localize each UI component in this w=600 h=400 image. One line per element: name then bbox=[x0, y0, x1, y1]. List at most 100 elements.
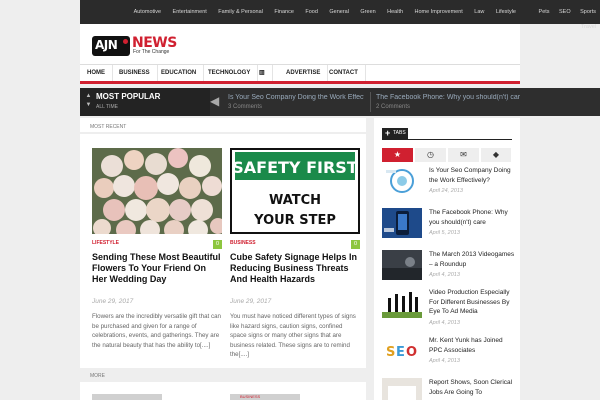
top-cat-home-improvement[interactable]: Home Improvement bbox=[415, 7, 463, 18]
tab-tags[interactable]: ◆ bbox=[481, 148, 512, 162]
ticker-divider bbox=[370, 92, 371, 112]
sidebar-post-title[interactable]: Video Production Especially For Differen… bbox=[429, 288, 515, 317]
sidebar-post-title[interactable]: The Facebook Phone: Why you should(n't) … bbox=[429, 208, 515, 227]
top-cat-food[interactable]: Food bbox=[305, 7, 318, 18]
article-category[interactable]: LIFESTYLE bbox=[92, 240, 119, 246]
top-cat-family[interactable]: Family & Personal bbox=[218, 7, 263, 18]
page: Automotive Entertainment Family & Person… bbox=[0, 0, 600, 400]
sidebar-post-thumb[interactable]: SEO bbox=[382, 336, 422, 366]
top-cat-automotive[interactable]: Automotive bbox=[134, 7, 162, 18]
star-icon: ★ bbox=[393, 150, 402, 159]
nav-contact[interactable]: CONTACT bbox=[322, 65, 366, 81]
comment-count-badge[interactable]: 0 bbox=[351, 240, 360, 249]
sidebar-post-title[interactable]: Mr. Kent Yunk has Joined PPC Associates bbox=[429, 336, 515, 355]
top-cat-travel[interactable]: Travel bbox=[581, 22, 596, 33]
most-popular-subtitle[interactable]: ALL TIME bbox=[96, 104, 118, 110]
sidebar: + TABS ★ ◷ ✉ ◆ Is Your Seo Company Doing… bbox=[374, 118, 520, 400]
nav-advertise[interactable]: ADVERTISE bbox=[279, 65, 329, 81]
top-cat-health[interactable]: Health bbox=[387, 7, 403, 18]
top-category-bar: Automotive Entertainment Family & Person… bbox=[80, 0, 520, 24]
article-category[interactable]: BUSINESS bbox=[230, 240, 256, 246]
top-category-bar-right: Pets SEO Sports Travel bbox=[520, 0, 600, 30]
sidebar-post-thumb[interactable] bbox=[382, 166, 422, 196]
article-meta: LIFESTYLE 0 bbox=[92, 240, 222, 250]
logo-badge: AJN bbox=[92, 36, 130, 56]
more-thumbnail[interactable]: BUSINESS bbox=[230, 394, 300, 400]
nav-education[interactable]: EDUCATION bbox=[154, 65, 205, 81]
sidebar-post-title[interactable]: Is Your Seo Company Doing the Work Effec… bbox=[429, 166, 515, 185]
sidebar-post-date: April 5, 2013 bbox=[429, 230, 460, 236]
article-title[interactable]: Sending These Most Beautiful Flowers To … bbox=[92, 252, 222, 285]
ticker-arrow-icon: ◀ bbox=[210, 94, 220, 108]
comment-count-badge[interactable]: 0 bbox=[213, 240, 222, 249]
article-date: June 29, 2017 bbox=[230, 298, 272, 305]
svg-text:YOUR STEP: YOUR STEP bbox=[253, 213, 336, 228]
tab-popular[interactable]: ★ bbox=[382, 148, 414, 162]
svg-text:S: S bbox=[386, 345, 395, 360]
nav-menu-icon[interactable]: ▥ bbox=[252, 65, 273, 81]
tab-recent[interactable]: ◷ bbox=[415, 148, 447, 162]
nav-business[interactable]: BUSINESS bbox=[112, 65, 158, 81]
most-popular-box: ▲ ▼ MOST POPULAR ALL TIME bbox=[80, 88, 210, 116]
nav-technology[interactable]: TECHNOLOGY bbox=[201, 65, 259, 81]
top-cat-green[interactable]: Green bbox=[360, 7, 375, 18]
article-thumbnail-flowers[interactable] bbox=[92, 148, 222, 234]
top-cat-law[interactable]: Law bbox=[474, 7, 484, 18]
chevron-down-icon[interactable]: ▼ bbox=[84, 101, 93, 110]
svg-text:WATCH: WATCH bbox=[269, 193, 321, 208]
logo-tagline: For The Change bbox=[133, 49, 170, 55]
top-cat-seo[interactable]: SEO bbox=[559, 7, 571, 18]
top-cat-general[interactable]: General bbox=[329, 7, 349, 18]
ticker-overflow bbox=[520, 88, 600, 116]
comments-icon: ✉ bbox=[460, 150, 467, 159]
site-header: AJN NEWS For The Change bbox=[80, 24, 520, 64]
sidebar-post: SEO Mr. Kent Yunk has Joined PPC Associa… bbox=[382, 336, 512, 376]
sidebar-post-thumb[interactable] bbox=[382, 250, 422, 280]
article-title[interactable]: Cube Safety Signage Helps In Reducing Bu… bbox=[230, 252, 360, 285]
sidebar-post-thumb[interactable] bbox=[382, 288, 422, 318]
tabs-widget-title: TABS bbox=[393, 130, 406, 136]
sidebar-post: Report Shows, Soon Clerical Jobs Are Goi… bbox=[382, 378, 512, 400]
article-excerpt: Flowers are the incredibly versatile gif… bbox=[92, 313, 221, 349]
page-margin-left bbox=[0, 0, 80, 400]
top-cat-entertainment[interactable]: Entertainment bbox=[173, 7, 207, 18]
svg-text:E: E bbox=[396, 345, 405, 360]
sidebar-post-date: April 4, 2013 bbox=[429, 358, 460, 364]
sidebar-post-thumb[interactable] bbox=[382, 378, 422, 400]
tabs-divider bbox=[382, 139, 512, 140]
more-category[interactable]: BUSINESS bbox=[240, 394, 260, 399]
sidebar-post-date: April 4, 2013 bbox=[429, 320, 460, 326]
top-cat-sports[interactable]: Sports bbox=[580, 7, 596, 18]
article-thumbnail-safety-sign[interactable]: SAFETY FIRST WATCH YOUR STEP bbox=[230, 148, 360, 234]
sidebar-post-title[interactable]: The March 2013 Videogames – a Roundup bbox=[429, 250, 515, 269]
tab-comments[interactable]: ✉ bbox=[448, 148, 480, 162]
article-date: June 29, 2017 bbox=[92, 298, 134, 305]
top-cat-lifestyle[interactable]: Lifestyle bbox=[496, 7, 516, 18]
most-popular-title: MOST POPULAR bbox=[96, 92, 161, 101]
sidebar-post-title[interactable]: Report Shows, Soon Clerical Jobs Are Goi… bbox=[429, 378, 515, 397]
ticker-item-title[interactable]: Is Your Seo Company Doing the Work Effec… bbox=[228, 94, 364, 101]
top-cat-finance[interactable]: Finance bbox=[274, 7, 294, 18]
sidebar-post: The March 2013 Videogames – a Roundup Ap… bbox=[382, 250, 515, 290]
article-excerpt: You must have noticed different types of… bbox=[230, 313, 356, 358]
tabs-row: ★ ◷ ✉ ◆ bbox=[382, 148, 512, 162]
svg-text:O: O bbox=[406, 345, 417, 360]
nav-home[interactable]: HOME bbox=[80, 65, 113, 81]
ticker-item-comments: 3 Comments bbox=[228, 104, 263, 110]
chevron-up-icon[interactable]: ▲ bbox=[84, 92, 93, 101]
sidebar-post: The Facebook Phone: Why you should(n't) … bbox=[382, 208, 512, 248]
ticker-item-title[interactable]: The Facebook Phone: Why you should(n't) … bbox=[376, 94, 520, 101]
more-thumbnail[interactable] bbox=[92, 394, 162, 400]
most-popular-ticker: ▲ ▼ MOST POPULAR ALL TIME ◀ Is Your Seo … bbox=[80, 88, 520, 116]
logo-dot-icon bbox=[123, 39, 128, 44]
logo-badge-text: AJN bbox=[95, 38, 118, 52]
main-nav: HOME BUSINESS EDUCATION TECHNOLOGY ▥ ADV… bbox=[80, 64, 520, 84]
tag-icon: ◆ bbox=[492, 150, 500, 159]
top-cat-pets[interactable]: Pets bbox=[539, 7, 550, 18]
more-section-bar bbox=[80, 368, 366, 382]
section-label-more: MORE bbox=[90, 373, 105, 379]
section-divider bbox=[80, 132, 366, 134]
tabs-widget-header: + TABS bbox=[382, 128, 408, 139]
ticker-arrows[interactable]: ▲ ▼ bbox=[84, 92, 93, 110]
sidebar-post-thumb[interactable] bbox=[382, 208, 422, 238]
